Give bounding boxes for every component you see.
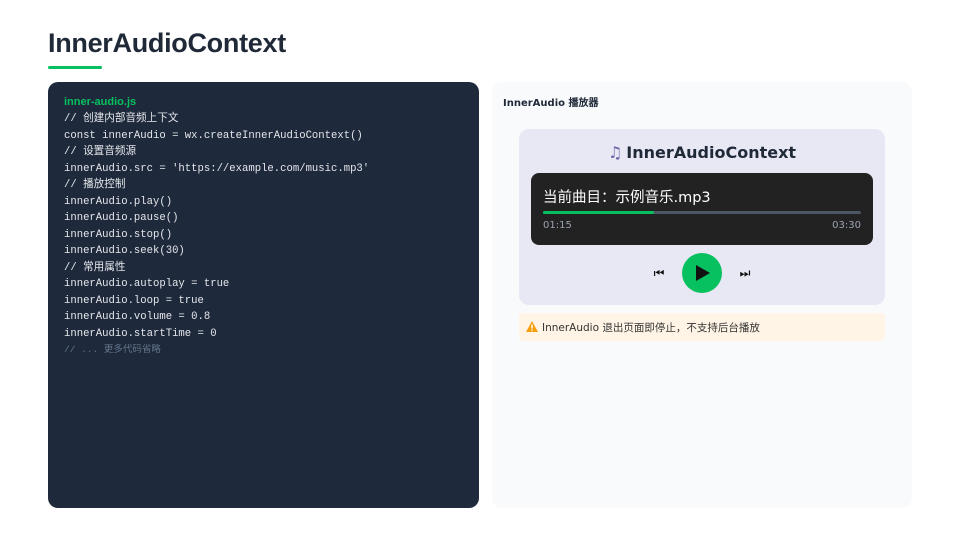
player-panel-title: InnerAudio 播放器 [503, 98, 599, 109]
code-line: // 播放控制 [64, 179, 126, 191]
code-line: innerAudio.startTime = 0 [64, 327, 217, 340]
current-time: 01:15 [543, 220, 572, 231]
code-line: innerAudio.seek(30) [64, 245, 185, 257]
code-line: innerAudio.volume = 0.8 [64, 311, 211, 323]
now-playing-card: 当前曲目：示例音乐.mp3 01:15 03:30 [531, 173, 873, 245]
player-heading-text: InnerAudioContext [626, 143, 797, 162]
code-truncated-note: // ... 更多代码省略 [64, 344, 161, 355]
code-block: // 创建内部音频上下文 const innerAudio = wx.create… [64, 111, 463, 359]
code-line: innerAudio.pause() [64, 212, 179, 224]
code-line: // 设置音频源 [64, 146, 137, 158]
code-line: innerAudio.src = 'https://example.com/mu… [64, 162, 370, 175]
code-line: innerAudio.autoplay = true [64, 278, 230, 290]
page-title: InnerAudioContext [48, 28, 286, 58]
code-line: // 创建内部音频上下文 [64, 113, 179, 125]
title-underline [48, 66, 102, 69]
current-track-label: 当前曲目：示例音乐.mp3 [543, 190, 711, 206]
code-line: innerAudio.play() [64, 195, 173, 208]
code-line: // 常用属性 [64, 261, 126, 274]
code-filename: inner-audio.js [64, 96, 137, 108]
total-time: 03:30 [832, 220, 861, 231]
code-line: const innerAudio = wx.createInnerAudioCo… [64, 129, 363, 142]
progress-fill [543, 211, 655, 214]
playback-controls: ⏮ ⏭ [519, 253, 885, 293]
next-track-icon[interactable]: ⏭ [735, 263, 755, 283]
player-panel: InnerAudio 播放器 ♫ InnerAudioContext 当前曲目：示… [492, 82, 912, 508]
warning-text: InnerAudio 退出页面即停止，不支持后台播放 [542, 322, 760, 334]
warning-banner: InnerAudio 退出页面即停止，不支持后台播放 [519, 313, 885, 341]
code-panel: inner-audio.js // 创建内部音频上下文 const innerAu… [48, 82, 479, 508]
play-button[interactable] [682, 253, 722, 293]
player-heading: ♫ InnerAudioContext [519, 143, 885, 162]
code-line: innerAudio.stop() [64, 228, 173, 241]
player-card: ♫ InnerAudioContext 当前曲目：示例音乐.mp3 01:15 0… [519, 129, 885, 305]
music-note-icon: ♫ [607, 143, 623, 162]
previous-track-icon[interactable]: ⏮ [649, 263, 669, 283]
progress-bar[interactable] [543, 211, 861, 214]
warning-icon [526, 321, 538, 332]
code-line: innerAudio.loop = true [64, 294, 204, 307]
play-icon [696, 265, 710, 281]
